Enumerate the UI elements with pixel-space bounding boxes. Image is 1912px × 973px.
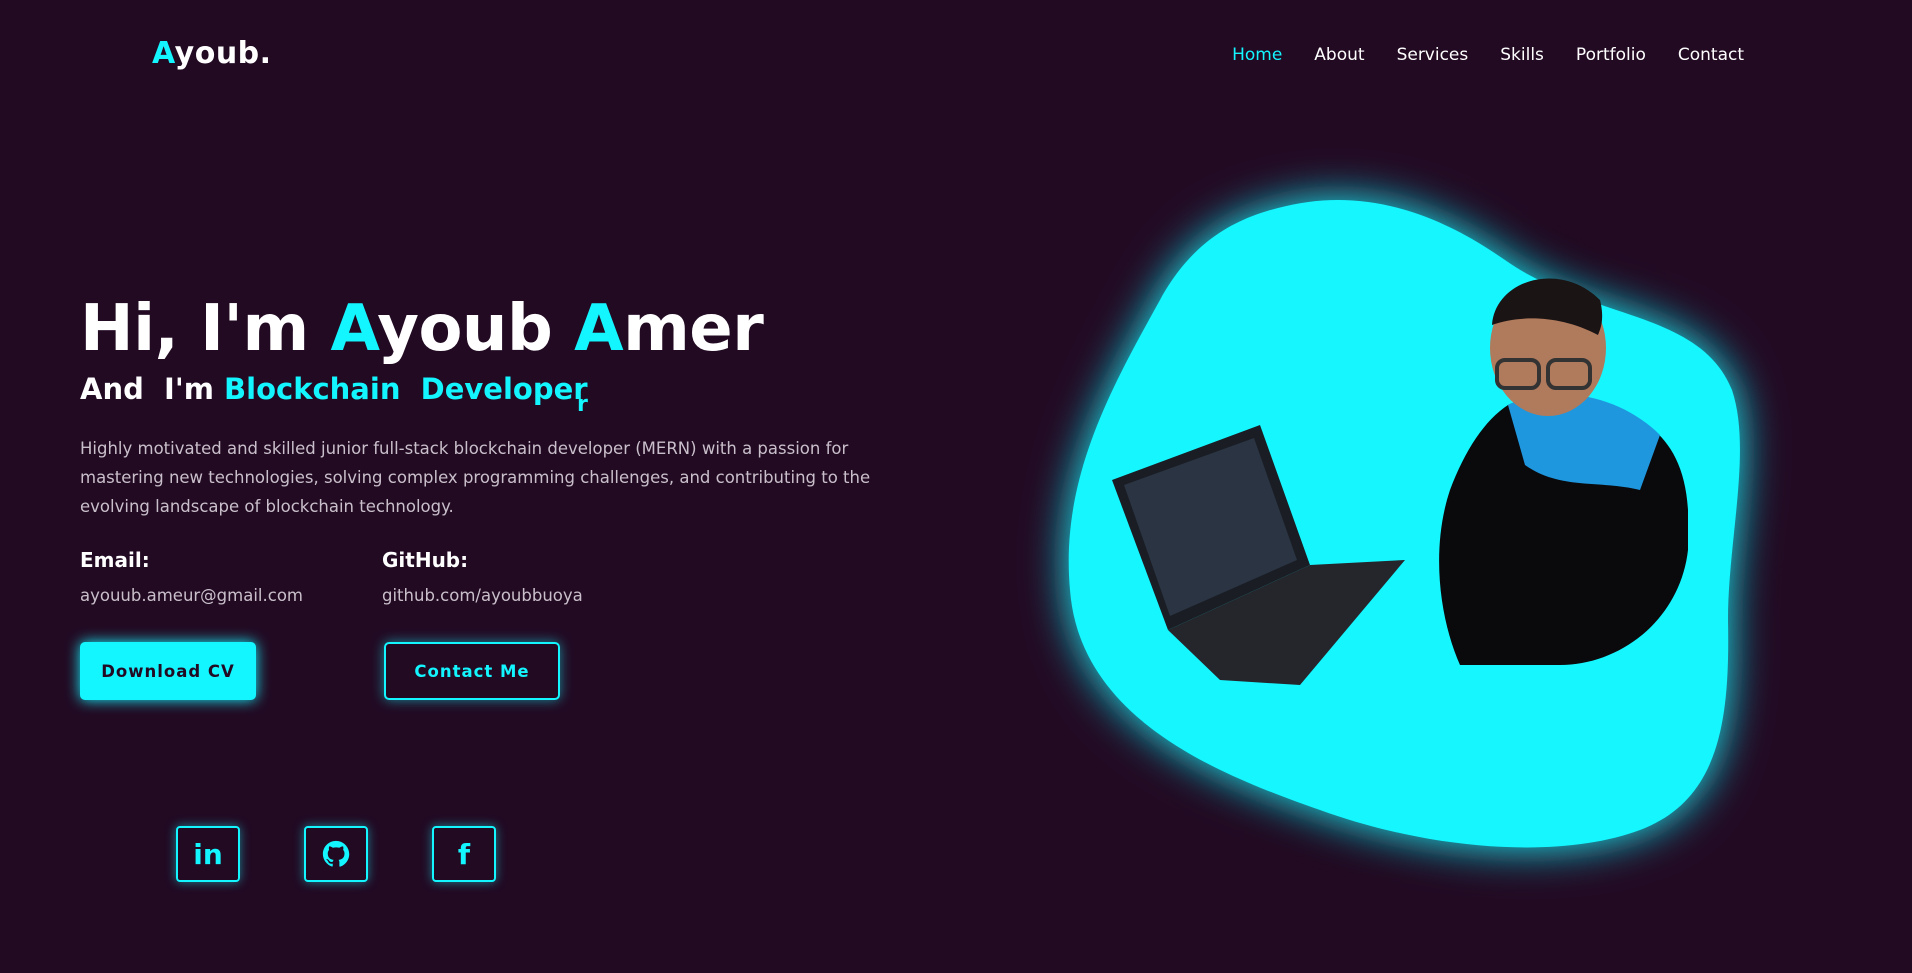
typing-char: r — [577, 392, 588, 417]
facebook-link[interactable]: f — [432, 826, 496, 882]
github-value[interactable]: github.com/ayoubbuoya — [382, 586, 583, 605]
last-name-accent: A — [574, 292, 624, 366]
email-block: Email: ayouub.ameur@gmail.com — [80, 548, 303, 605]
nav-skills[interactable]: Skills — [1500, 45, 1544, 65]
subtitle-role: Blockchain Developer — [224, 372, 588, 406]
logo-accent: A — [152, 36, 175, 71]
github-block: GitHub: github.com/ayoubbuoya — [382, 548, 583, 605]
nav-portfolio[interactable]: Portfolio — [1576, 45, 1646, 65]
hero-greeting: Hi, I'm — [80, 292, 331, 366]
subtitle-prefix: And I'm — [80, 372, 225, 406]
contact-info: Email: ayouub.ameur@gmail.com GitHub: gi… — [80, 548, 680, 628]
linkedin-link[interactable]: in — [176, 826, 240, 882]
site-header: Ayoub. Home About Services Skills Portfo… — [0, 0, 1912, 110]
github-label: GitHub: — [382, 548, 469, 572]
logo[interactable]: Ayoub. — [152, 36, 272, 71]
first-name-rest: youb — [377, 292, 575, 366]
profile-blob — [1010, 130, 1820, 950]
nav-home[interactable]: Home — [1232, 45, 1282, 65]
first-name-accent: A — [330, 292, 378, 366]
github-link[interactable] — [304, 826, 368, 882]
nav-about[interactable]: About — [1314, 45, 1364, 65]
nav-contact[interactable]: Contact — [1678, 45, 1744, 65]
contact-me-button[interactable]: Contact Me — [384, 642, 560, 700]
last-name-rest: mer — [623, 292, 764, 366]
hero-description: Highly motivated and skilled junior full… — [80, 439, 871, 516]
github-icon — [322, 840, 350, 867]
logo-rest: youb. — [174, 36, 272, 71]
download-cv-button[interactable]: Download CV — [80, 642, 256, 700]
profile-visual — [1000, 120, 1820, 950]
facebook-icon: f — [457, 837, 471, 871]
email-value[interactable]: ayouub.ameur@gmail.com — [80, 586, 303, 605]
hero-section: Hi, I'm Ayoub Amer And I'm Blockchain De… — [80, 290, 940, 538]
email-label: Email: — [80, 548, 150, 572]
main-nav: Home About Services Skills Portfolio Con… — [1232, 45, 1744, 65]
linkedin-icon: in — [193, 837, 223, 871]
hero-title: Hi, I'm Ayoub Amer — [80, 290, 940, 368]
nav-services[interactable]: Services — [1397, 45, 1469, 65]
hero-subtitle: And I'm Blockchain Developer r — [80, 372, 940, 417]
